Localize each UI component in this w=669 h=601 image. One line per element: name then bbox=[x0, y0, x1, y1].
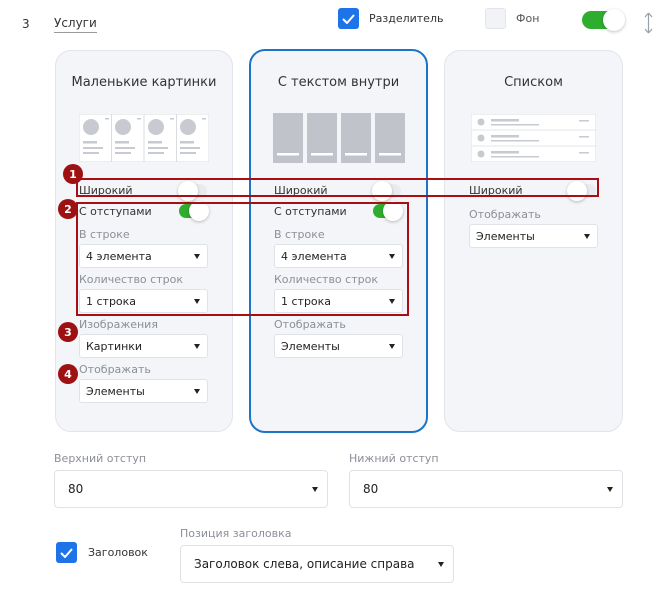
display-select[interactable]: Элементы bbox=[274, 334, 403, 358]
toggle-knob bbox=[603, 9, 625, 31]
caret-down-icon bbox=[312, 487, 318, 492]
heading-position-label: Позиция заголовка bbox=[180, 527, 292, 540]
small-images-preview-icon bbox=[78, 113, 210, 166]
card-title: Маленькие картинки bbox=[71, 75, 217, 90]
resize-vertical-icon[interactable] bbox=[644, 12, 653, 38]
top-padding-value: 80 bbox=[68, 482, 84, 496]
heading-checkbox[interactable] bbox=[56, 542, 77, 563]
caret-down-icon bbox=[584, 234, 590, 239]
heading-position-select[interactable]: Заголовок слева, описание справа bbox=[180, 545, 454, 583]
annotation-badge-3: 3 bbox=[58, 322, 78, 342]
annotation-badge-4: 4 bbox=[58, 364, 78, 384]
caret-down-icon bbox=[389, 344, 395, 349]
caret-down-icon bbox=[607, 487, 613, 492]
display-label: Отображать bbox=[469, 208, 541, 221]
images-label: Изображения bbox=[79, 318, 158, 331]
caret-down-icon bbox=[438, 562, 444, 567]
display-value: Элементы bbox=[281, 340, 340, 353]
background-checkbox[interactable] bbox=[485, 8, 506, 29]
images-select[interactable]: Картинки bbox=[79, 334, 208, 358]
divider-checkbox[interactable] bbox=[338, 8, 359, 29]
display-select[interactable]: Элементы bbox=[79, 379, 208, 403]
bottom-padding-select[interactable]: 80 bbox=[349, 470, 623, 508]
bottom-padding-value: 80 bbox=[363, 482, 379, 496]
display-select[interactable]: Элементы bbox=[469, 224, 598, 248]
card-title: Списком bbox=[504, 75, 563, 90]
top-padding-select[interactable]: 80 bbox=[54, 470, 328, 508]
caret-down-icon bbox=[194, 344, 200, 349]
annotation-badge-2: 2 bbox=[58, 199, 78, 219]
display-value: Элементы bbox=[476, 230, 535, 243]
block-number: 3 bbox=[22, 17, 30, 31]
card-title: С текстом внутри bbox=[277, 75, 400, 90]
text-inside-preview-icon bbox=[273, 113, 405, 167]
bottom-padding-label: Нижний отступ bbox=[349, 452, 439, 465]
display-label: Отображать bbox=[79, 363, 151, 376]
top-padding-label: Верхний отступ bbox=[54, 452, 147, 465]
check-icon bbox=[342, 13, 355, 24]
heading-label: Заголовок bbox=[88, 546, 148, 559]
images-value: Картинки bbox=[86, 340, 143, 353]
caret-down-icon bbox=[194, 389, 200, 394]
display-label: Отображать bbox=[274, 318, 346, 331]
list-preview-icon bbox=[470, 113, 597, 166]
block-title[interactable]: Услуги bbox=[54, 16, 97, 33]
check-icon bbox=[60, 547, 73, 558]
block-enabled-toggle[interactable] bbox=[582, 9, 625, 31]
display-value: Элементы bbox=[86, 385, 145, 398]
divider-label: Разделитель bbox=[369, 12, 444, 25]
highlight-box-2 bbox=[76, 202, 409, 316]
annotation-badge-1: 1 bbox=[63, 164, 83, 184]
highlight-box-1 bbox=[76, 178, 599, 197]
heading-position-value: Заголовок слева, описание справа bbox=[194, 557, 415, 571]
background-label: Фон bbox=[516, 12, 540, 25]
